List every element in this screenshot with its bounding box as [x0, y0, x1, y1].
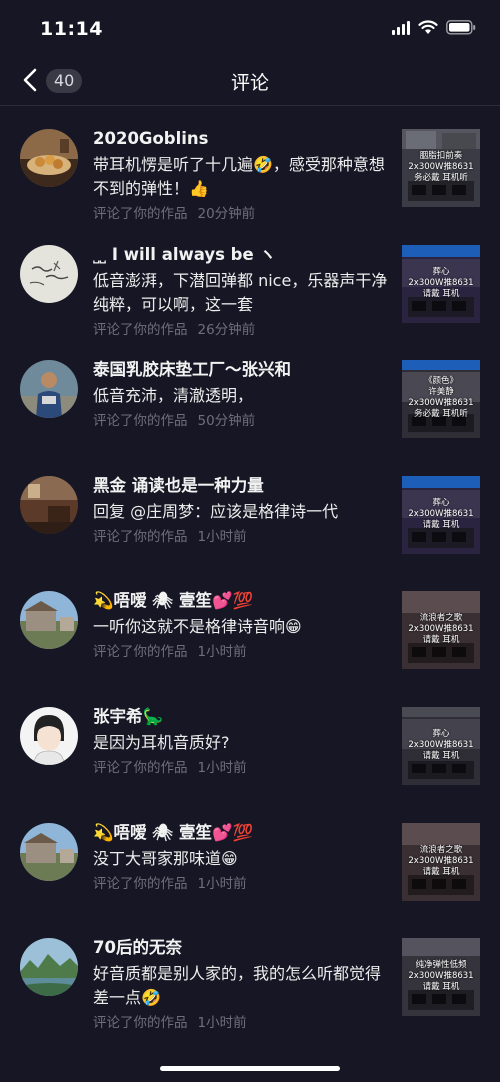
video-thumbnail[interactable]: 流浪者之歌 2x300W推8631 请戴 耳机: [402, 822, 480, 901]
comment-content: 好音质都是别人家的，我的怎么听都觉得差一点🤣: [93, 964, 382, 1008]
comment-username[interactable]: 70后的无奈: [93, 936, 389, 960]
video-thumbnail[interactable]: 流浪者之歌 2x300W推8631 请戴 耳机: [402, 591, 480, 670]
comment-username[interactable]: 张宇希🦕: [93, 705, 389, 729]
avatar[interactable]: [20, 360, 78, 419]
thumbnail-caption: 流浪者之歌 2x300W推8631 请戴 耳机: [408, 613, 474, 646]
comment-meta: 评论了你的作品 20分钟前: [93, 204, 389, 224]
comment-meta: 评论了你的作品 1小时前: [93, 1013, 389, 1033]
video-thumbnail[interactable]: 胭脂扣前奏 2x300W推8631 务必戴 耳机听: [402, 129, 480, 207]
comment-action: 评论了你的作品: [93, 321, 188, 338]
status-icons: [392, 20, 476, 35]
avatar[interactable]: [20, 822, 78, 881]
comment-time: 1小时前: [197, 1015, 247, 1032]
thumbnail-caption: 葬心 2x300W推8631 请戴 耳机: [408, 266, 474, 299]
comment-time: 1小时前: [197, 759, 247, 776]
page-title: 评论: [230, 72, 269, 94]
thumbnail-caption: 葬心 2x300W推8631 请戴 耳机: [408, 497, 474, 530]
comment-item[interactable]: ˽˽ I will always be ヽ 低音澎湃，下潜回弹都 nice，乐器…: [0, 223, 500, 339]
nav-bar: 40 评论: [0, 56, 500, 106]
comment-list[interactable]: 2020Goblins 带耳机愣是听了十几遍🤣，感受那种意想不到的弹性！👍 评论…: [0, 107, 500, 1032]
thumbnail-caption: 胭脂扣前奏 2x300W推8631 务必戴 耳机听: [408, 151, 474, 183]
comment-item[interactable]: 💫唔嗳 🕷 壹笙💕💯 没丁大哥家那味道😁 评论了你的作品 1小时前 流浪者之歌 2x…: [0, 801, 500, 917]
comment-item[interactable]: 💫唔嗳 🕷 壹笙💕💯 一听你这就不是格律诗音响😁 评论了你的作品 1小时前 流浪者…: [0, 569, 500, 685]
comment-action: 评论了你的作品: [93, 644, 188, 661]
comment-meta: 评论了你的作品 1小时前: [93, 527, 389, 547]
comment-username[interactable]: 黑金 诵读也是一种力量: [93, 474, 389, 498]
status-bar: 11:14: [0, 0, 500, 56]
comment-time: 20分钟前: [197, 206, 256, 222]
comment-time: 50分钟前: [197, 413, 256, 430]
comment-username[interactable]: 泰国乳胶床垫工厂～张兴和: [93, 358, 389, 382]
battery-icon: [446, 20, 476, 35]
video-thumbnail[interactable]: 《颜色》 许美静 2x300W推8631 务必戴 耳机听: [402, 360, 480, 439]
comment-username[interactable]: 💫唔嗳 🕷 壹笙💕💯: [93, 821, 389, 845]
comment-time: 26分钟前: [197, 321, 256, 338]
comment-content: 带耳机愣是听了十几遍🤣，感受那种意想不到的弹性！👍: [93, 155, 385, 198]
comment-content: 是因为耳机音质好?: [93, 732, 230, 752]
comment-item[interactable]: 70后的无奈 好音质都是别人家的，我的怎么听都觉得差一点🤣 评论了你的作品 1小时…: [0, 916, 500, 1032]
comment-username[interactable]: 2020Goblins: [93, 127, 389, 151]
avatar[interactable]: [20, 475, 78, 534]
comment-meta: 评论了你的作品 1小时前: [93, 642, 389, 662]
comment-action: 评论了你的作品: [93, 413, 188, 430]
video-thumbnail[interactable]: 葬心 2x300W推8631 请戴 耳机: [402, 475, 480, 554]
comment-action: 评论了你的作品: [93, 875, 188, 892]
comment-content: 一听你这就不是格律诗音响😁: [93, 617, 302, 637]
comment-meta: 评论了你的作品 1小时前: [93, 874, 389, 894]
thumbnail-caption: 纯净弹性低频 2x300W推8631 请戴 耳机: [408, 960, 474, 993]
comment-meta: 评论了你的作品 1小时前: [93, 758, 389, 778]
home-indicator: [160, 1066, 340, 1071]
comment-item[interactable]: 张宇希🦕 是因为耳机音质好? 评论了你的作品 1小时前 葬心 2x300W推8631…: [0, 685, 500, 801]
comment-username[interactable]: ˽˽ I will always be ヽ: [93, 243, 389, 267]
comment-time: 1小时前: [197, 644, 247, 661]
wifi-icon: [418, 20, 438, 35]
comment-action: 评论了你的作品: [93, 759, 188, 776]
status-time: 11:14: [40, 18, 103, 40]
avatar[interactable]: [20, 706, 78, 765]
thumbnail-caption: 葬心 2x300W推8631 请戴 耳机: [408, 728, 474, 761]
comment-action: 评论了你的作品: [93, 528, 188, 545]
comment-username[interactable]: 💫唔嗳 🕷 壹笙💕💯: [93, 589, 389, 613]
comment-content: 低音充沛，清澈透明，: [93, 386, 254, 406]
cellular-signal-icon: [392, 20, 410, 35]
comment-content: 低音澎湃，下潜回弹都 nice，乐器声干净纯粹，可以啊，这一套: [93, 270, 388, 314]
video-thumbnail[interactable]: 葬心 2x300W推8631 请戴 耳机: [402, 706, 480, 785]
avatar[interactable]: [20, 244, 78, 303]
avatar[interactable]: [20, 938, 78, 997]
comment-action: 评论了你的作品: [93, 1015, 188, 1032]
comment-time: 1小时前: [197, 875, 247, 892]
comment-time: 1小时前: [197, 528, 247, 545]
comment-content: 回复 @庄周梦：应该是格律诗一代: [93, 501, 339, 521]
comment-item[interactable]: 黑金 诵读也是一种力量 回复 @庄周梦：应该是格律诗一代 评论了你的作品 1小时前…: [0, 454, 500, 570]
avatar[interactable]: [20, 129, 78, 187]
comment-item[interactable]: 泰国乳胶床垫工厂～张兴和 低音充沛，清澈透明， 评论了你的作品 50分钟前 《颜色…: [0, 338, 500, 454]
thumbnail-caption: 《颜色》 许美静 2x300W推8631 务必戴 耳机听: [408, 376, 474, 420]
comment-content: 没丁大哥家那味道😁: [93, 848, 238, 868]
comment-meta: 评论了你的作品 50分钟前: [93, 411, 389, 431]
avatar[interactable]: [20, 591, 78, 650]
video-thumbnail[interactable]: 葬心 2x300W推8631 请戴 耳机: [402, 244, 480, 323]
comment-meta: 评论了你的作品 26分钟前: [93, 320, 389, 340]
thumbnail-caption: 流浪者之歌 2x300W推8631 请戴 耳机: [408, 844, 474, 877]
comment-action: 评论了你的作品: [93, 206, 188, 222]
comment-item[interactable]: 2020Goblins 带耳机愣是听了十几遍🤣，感受那种意想不到的弹性！👍 评论…: [0, 107, 500, 223]
video-thumbnail[interactable]: 纯净弹性低频 2x300W推8631 请戴 耳机: [402, 938, 480, 1017]
